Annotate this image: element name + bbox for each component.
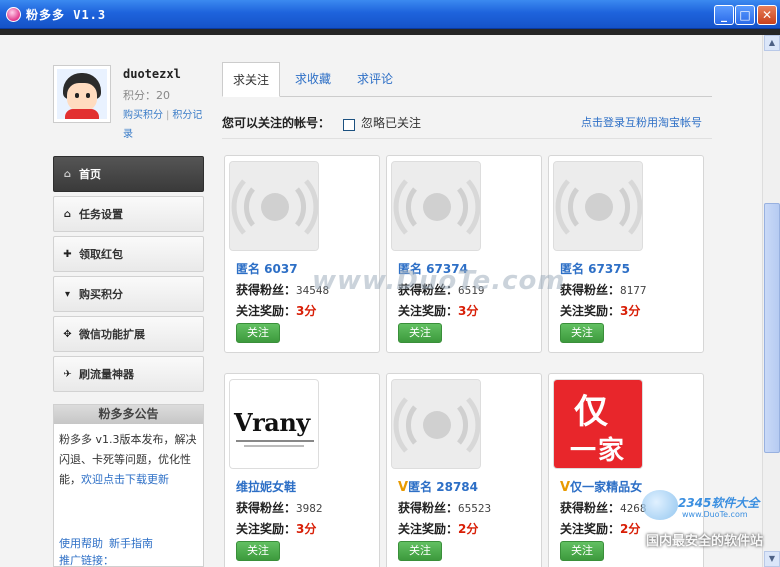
watermark-slogan: 国内最安全的软件站 (646, 534, 764, 549)
sidebar-item-home[interactable]: ⌂ 首页 (53, 156, 204, 192)
sidebar-item-label: 刷流量神器 (79, 368, 134, 381)
verified-mark: V (560, 480, 571, 495)
watermark-brand: 2345软件大全 (678, 496, 760, 510)
follow-reward: 关注奖励：3分 (560, 304, 641, 318)
ignore-followed-label[interactable]: 忽略已关注 (361, 114, 421, 131)
account-thumbnail (229, 161, 319, 251)
avatar-image (57, 69, 107, 119)
window-title: 粉多多 V1.3 (26, 8, 107, 22)
account-card: Vrany 维拉妮女鞋 获得粉丝：3982 关注奖励：3分 关注 (224, 373, 380, 567)
minimize-button[interactable]: _ (714, 5, 734, 25)
verified-mark: V (398, 480, 409, 495)
home-icon: ⌂ (63, 168, 72, 180)
sidebar-item-wechat-extension[interactable]: ✥ 微信功能扩展 (53, 316, 204, 352)
account-card: V匿名 28784 获得粉丝：65523 关注奖励：2分 关注 (386, 373, 542, 567)
vrany-logo: Vrany (230, 380, 318, 468)
signal-placeholder-icon (554, 162, 642, 250)
cart-icon: ▾ (64, 288, 71, 300)
sidebar-item-label: 购买积分 (79, 288, 123, 301)
sidebar-item-label: 领取红包 (79, 248, 123, 261)
follow-reward: 关注奖励：3分 (236, 304, 317, 318)
follow-button[interactable]: 关注 (560, 323, 604, 343)
user-links: 购买积分 | 积分记录 (123, 106, 203, 144)
move-icon: ✥ (63, 328, 72, 340)
account-name[interactable]: 匿名 6037 (236, 260, 298, 277)
account-name[interactable]: 维拉妮女鞋 (236, 478, 296, 495)
task-tabs: 求关注 求收藏 求评论 (222, 62, 712, 97)
signal-placeholder-icon (392, 380, 480, 468)
scroll-up-icon[interactable]: ▲ (764, 35, 780, 51)
tab-request-comment[interactable]: 求评论 (346, 62, 404, 97)
link-separator: | (166, 110, 170, 121)
account-name[interactable]: V仅一家精品女 (560, 478, 642, 495)
account-card: 匿名 67374 获得粉丝：6519 关注奖励：3分 关注 (386, 155, 542, 353)
shop-logo: 仅 一家 (554, 380, 642, 468)
account-thumbnail (391, 379, 481, 469)
account-thumbnail: Vrany (229, 379, 319, 469)
sidebar-item-task-settings[interactable]: ⌂ 任务设置 (53, 196, 204, 232)
house-icon: ⌂ (63, 208, 72, 220)
follow-button[interactable]: 关注 (398, 541, 442, 561)
announcement-body: 粉多多 v1.3版本发布，解决闪退、卡死等问题，优化性能，欢迎点击下载更新 (54, 424, 203, 490)
download-update-link[interactable]: 欢迎点击下载更新 (81, 473, 169, 486)
taobao-login-link[interactable]: 点击登录互粉用淘宝帐号 (581, 114, 702, 130)
announcement-footer: 使用帮助 新手指南 推广链接： (59, 535, 159, 566)
scroll-thumb[interactable] (764, 203, 780, 453)
divider (222, 138, 712, 139)
sidebar-item-buy-points[interactable]: ▾ 购买积分 (53, 276, 204, 312)
follow-button[interactable]: 关注 (236, 323, 280, 343)
close-button[interactable]: ✕ (757, 5, 777, 25)
title-bar: 粉多多 V1.3 _ □ ✕ (0, 0, 780, 29)
watermark-logo-icon (642, 490, 678, 520)
tab-request-favorite[interactable]: 求收藏 (284, 62, 342, 97)
sidebar-item-label: 首页 (79, 168, 101, 181)
watermark-url: www.DuoTe.com (682, 510, 748, 519)
signal-placeholder-icon (392, 162, 480, 250)
main-content: duotezxl 积分：20 购买积分 | 积分记录 ⌂ 首页 ⌂ 任务设置 ✚ 领… (0, 35, 762, 567)
points-balance: 积分：20 (123, 89, 170, 102)
ignore-followed-checkbox[interactable] (343, 119, 355, 131)
fans-count: 获得粉丝：4268 (560, 501, 647, 515)
account-card: 匿名 67375 获得粉丝：8177 关注奖励：3分 关注 (548, 155, 704, 353)
followable-accounts-label: 您可以关注的帐号： (222, 116, 331, 130)
account-name[interactable]: V匿名 28784 (398, 478, 478, 495)
follow-button[interactable]: 关注 (236, 541, 280, 561)
follow-reward: 关注奖励：2分 (398, 522, 479, 536)
maximize-button[interactable]: □ (735, 5, 755, 25)
username: duotezxl (123, 67, 181, 81)
follow-button[interactable]: 关注 (560, 541, 604, 561)
follow-reward: 关注奖励：3分 (236, 522, 317, 536)
avatar[interactable] (53, 65, 111, 123)
vertical-scrollbar[interactable]: ▲ ▼ (762, 35, 780, 567)
follow-button[interactable]: 关注 (398, 323, 442, 343)
watermark-text: www.DuoTe.com (312, 266, 566, 296)
buy-points-link[interactable]: 购买积分 (123, 110, 163, 121)
account-name[interactable]: 匿名 67375 (560, 260, 630, 277)
sidebar-nav: ⌂ 首页 ⌂ 任务设置 ✚ 领取红包 ▾ 购买积分 ✥ 微信功能扩展 ✈ 刷流量… (53, 156, 204, 396)
app-logo-icon (6, 7, 21, 22)
signal-placeholder-icon (230, 162, 318, 250)
sidebar-item-red-packet[interactable]: ✚ 领取红包 (53, 236, 204, 272)
account-thumbnail (391, 161, 481, 251)
promo-link[interactable]: 推广链接： (59, 554, 114, 566)
account-thumbnail: 仅 一家 (553, 379, 643, 469)
fans-count: 获得粉丝：8177 (560, 283, 647, 297)
fans-count: 获得粉丝：65523 (398, 501, 492, 515)
sidebar-item-traffic-tool[interactable]: ✈ 刷流量神器 (53, 356, 204, 392)
follow-reward: 关注奖励：2分 (560, 522, 641, 536)
announcement-title: 粉多多公告 (54, 405, 203, 424)
gift-icon: ✚ (63, 248, 72, 260)
plane-icon: ✈ (63, 368, 72, 380)
announcement-panel: 粉多多公告 粉多多 v1.3版本发布，解决闪退、卡死等问题，优化性能，欢迎点击下… (53, 404, 204, 567)
account-card: 匿名 6037 获得粉丝：34548 关注奖励：3分 关注 (224, 155, 380, 353)
account-thumbnail (553, 161, 643, 251)
fans-count: 获得粉丝：3982 (236, 501, 323, 515)
watermark-badge: 2345软件大全 www.DuoTe.com 国内最安全的软件站 (642, 490, 780, 567)
tab-request-follow[interactable]: 求关注 (222, 62, 280, 97)
help-link[interactable]: 使用帮助 (59, 537, 103, 550)
guide-link[interactable]: 新手指南 (109, 537, 153, 550)
sidebar-item-label: 任务设置 (79, 208, 123, 221)
sidebar-item-label: 微信功能扩展 (79, 328, 145, 341)
follow-reward: 关注奖励：3分 (398, 304, 479, 318)
